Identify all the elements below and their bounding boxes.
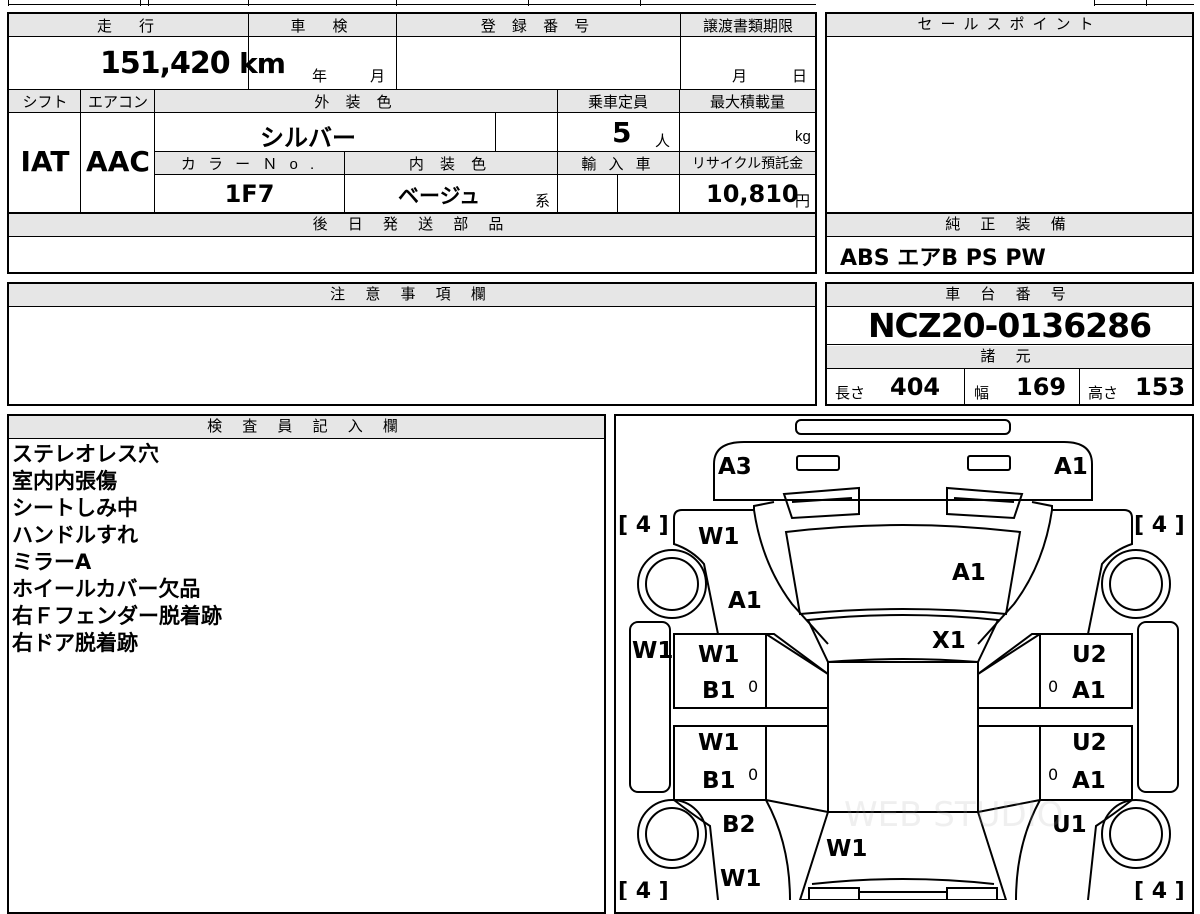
damage-left-rear-door-2: B1 [702, 768, 736, 794]
damage-right-front-door-1: U2 [1072, 642, 1107, 668]
damage-front-left-corner: A3 [718, 454, 752, 480]
tire-label-front-left: [ 4 ] [618, 513, 669, 538]
interior-color-value: ベージュ [398, 184, 481, 208]
aircon-value: AAC [86, 145, 150, 178]
interior-color-suffix: 系 [535, 193, 551, 210]
spec-width-value: 169 [1016, 373, 1067, 401]
note-item: ステレオレス穴 [12, 442, 159, 466]
sales-point-box [825, 12, 1194, 214]
note-item: 右ドア脱着跡 [12, 631, 138, 655]
inspection-year: 年 [312, 68, 328, 85]
mileage-label: 走 行 [96, 18, 160, 35]
chassis-number: NCZ20-0136286 [867, 306, 1152, 345]
color-no-label: カ ラ ー Ｎ o . [180, 156, 319, 173]
damage-left-rear-bottom: W1 [720, 866, 761, 892]
max-load-unit: kg [795, 128, 811, 145]
damage-left-rear-fender: B2 [722, 812, 756, 838]
import-car-label: 輸 入 車 [581, 156, 655, 173]
specs-label: 諸 元 [827, 346, 1192, 368]
shift-label: シフト [22, 94, 68, 111]
damage-right-rear-door-2: A1 [1072, 768, 1106, 794]
shift-value: IAT [20, 145, 70, 178]
mark-right-1: 0 [1048, 677, 1058, 696]
caution-label: 注 意 事 項 欄 [9, 284, 815, 306]
tire-label-rear-left: [ 4 ] [618, 879, 669, 900]
mileage-value: 151,420 km [100, 46, 286, 81]
inspector-notes-label: 検 査 員 記 入 欄 [9, 416, 604, 438]
exterior-color-label: 外 装 色 [314, 94, 398, 111]
damage-left-fender-lower: A1 [728, 588, 762, 614]
sales-point-label: セールスポイント [827, 14, 1192, 36]
damage-front-right-corner: A1 [1054, 454, 1088, 480]
tire-label-front-right: [ 4 ] [1134, 513, 1185, 538]
genuine-equipment-value: ABS エアB PS PW [840, 246, 1046, 271]
damage-left-front-door-1: W1 [698, 642, 739, 668]
spec-width-label: 幅 [974, 385, 990, 402]
max-load-label: 最大積載量 [709, 94, 785, 111]
recycle-fee-unit: 円 [795, 193, 811, 210]
registration-label: 登 録 番 号 [480, 18, 596, 35]
recycle-fee-value: 10,810 [706, 180, 799, 208]
damage-left-rear-door-1: W1 [698, 730, 739, 756]
capacity-label: 乗車定員 [587, 94, 648, 111]
later-parts-label: 後 日 発 送 部 品 [9, 214, 815, 236]
damage-windshield: X1 [932, 628, 966, 654]
inspection-label: 車 検 [290, 18, 354, 35]
genuine-equipment-label: 純 正 装 備 [827, 214, 1192, 236]
note-item: ハンドルすれ [12, 523, 138, 547]
spec-length-value: 404 [890, 373, 941, 401]
note-item: ミラーA [12, 550, 92, 574]
spec-length-label: 長さ [835, 385, 866, 402]
mileage-unit: km [239, 47, 286, 80]
tire-label-rear-right: [ 4 ] [1134, 879, 1185, 900]
inspector-notes-list: ステレオレス穴 室内内張傷 シートしみ中 ハンドルすれ ミラーA ホイールカバー… [12, 441, 222, 657]
spec-height-value: 153 [1135, 373, 1186, 401]
capacity-unit: 人 [655, 133, 671, 150]
note-item: シートしみ中 [12, 496, 138, 520]
transfer-deadline-label: 譲渡書類期限 [702, 18, 793, 35]
car-diagram: [ 4 ] [ 4 ] [ 4 ] [ 4 ] A3 A1 W1 A1 A1 X… [618, 419, 1185, 900]
chassis-label: 車 台 番 号 [827, 284, 1192, 306]
note-item: 室内内張傷 [12, 469, 117, 493]
note-item: ホイールカバー欠品 [12, 577, 201, 601]
damage-right-rear-door-1: U2 [1072, 730, 1107, 756]
mark-right-2: 0 [1048, 765, 1058, 784]
mark-left-2: 0 [748, 765, 758, 784]
damage-left-side-panel: W1 [632, 638, 673, 664]
damage-right-front-door-2: A1 [1072, 678, 1106, 704]
damage-left-front-door-2: B1 [702, 678, 736, 704]
recycle-fee-label: リサイクル預託金 [691, 155, 804, 171]
mark-left-1: 0 [748, 677, 758, 696]
color-no-value: 1F7 [224, 180, 275, 208]
watermark: WEB STUDIO [844, 795, 1063, 835]
transfer-day: 日 [792, 68, 808, 85]
capacity-value: 5 [612, 116, 632, 149]
note-item: 右Ｆフェンダー脱着跡 [12, 604, 222, 628]
damage-hood: A1 [952, 560, 986, 586]
damage-left-fender-upper: W1 [698, 524, 739, 550]
inspection-month: 月 [370, 68, 386, 85]
spec-height-label: 高さ [1088, 385, 1119, 402]
transfer-month: 月 [732, 68, 748, 85]
interior-color-label: 内 装 色 [408, 156, 493, 173]
aircon-label: エアコン [87, 94, 148, 111]
damage-tailgate: W1 [826, 836, 867, 862]
exterior-color-value: シルバー [260, 124, 356, 152]
